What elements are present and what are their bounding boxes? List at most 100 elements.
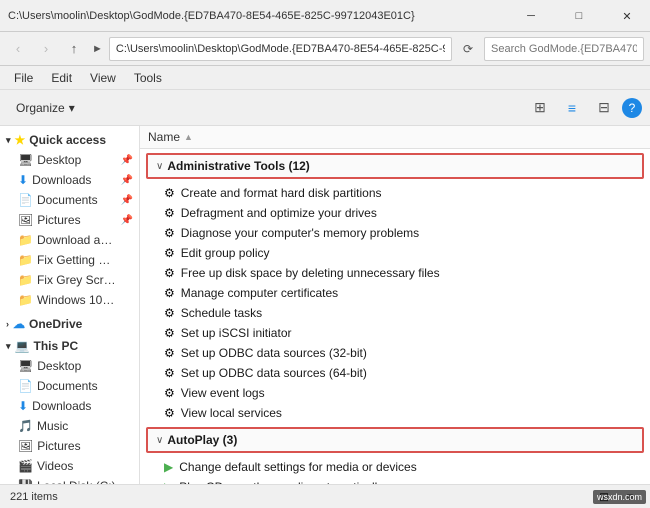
autoplay-icon: ▶	[164, 480, 173, 484]
file-entry-create-format[interactable]: ⚙ Create and format hard disk partitions	[140, 183, 650, 203]
file-entry-name: Change default settings for media or dev…	[179, 460, 642, 474]
file-entry-manage-certs[interactable]: ⚙ Manage computer certificates	[140, 283, 650, 303]
star-icon: ★	[15, 133, 26, 147]
sidebar-item-pictures-qa[interactable]: 🖼 Pictures 📌	[0, 210, 139, 230]
watermark: wsxdn.com	[593, 490, 646, 504]
toolbar: Organize ▾ ⊞ ≡ ⊟ ?	[0, 90, 650, 126]
desktop-icon: 🖥	[18, 359, 33, 373]
tool-icon: ⚙	[164, 226, 175, 240]
chevron-down-icon: ▾	[6, 341, 11, 352]
sidebar-section-quick-access[interactable]: ▾ ★ Quick access	[0, 130, 139, 150]
sidebar-item-label: Downloads	[32, 399, 91, 413]
sidebar-item-downloads-qa[interactable]: ⬇ Downloads 📌	[0, 170, 139, 190]
forward-button[interactable]: ›	[34, 37, 58, 61]
thispc-label: This PC	[33, 339, 78, 353]
file-entry-diagnose[interactable]: ⚙ Diagnose your computer's memory proble…	[140, 223, 650, 243]
view-details-button[interactable]: ⊟	[590, 94, 618, 122]
file-entry-local-services[interactable]: ⚙ View local services	[140, 403, 650, 423]
chevron-down-icon: ∨	[156, 435, 163, 446]
file-entry-odbc64[interactable]: ⚙ Set up ODBC data sources (64-bit)	[140, 363, 650, 383]
file-entry-name: Edit group policy	[181, 246, 642, 260]
maximize-button[interactable]: □	[556, 0, 602, 32]
sidebar-item-desktop-qa[interactable]: 🖥 Desktop 📌	[0, 150, 139, 170]
sidebar-item-downloads-pc[interactable]: ⬇ Downloads	[0, 396, 139, 416]
sidebar-item-label: Windows 10 God...	[37, 293, 117, 307]
sidebar-item-windows10[interactable]: 📁 Windows 10 God...	[0, 290, 139, 310]
menu-file[interactable]: File	[6, 69, 41, 87]
disk-icon: 💾	[18, 479, 33, 484]
status-bar: 221 items ⊞ ≡	[0, 484, 650, 508]
tool-icon: ⚙	[164, 246, 175, 260]
menu-edit[interactable]: Edit	[43, 69, 80, 87]
file-list: Name ▲ ∨ Administrative Tools (12) ⚙ Cre…	[140, 126, 650, 484]
category-title-admin: Administrative Tools (12)	[167, 159, 634, 173]
file-entry-name: Play CDs or other media automatically	[179, 480, 642, 484]
address-input[interactable]	[109, 37, 452, 61]
file-entry-group-policy[interactable]: ⚙ Edit group policy	[140, 243, 650, 263]
sidebar-item-pictures-pc[interactable]: 🖼 Pictures	[0, 436, 139, 456]
back-button[interactable]: ‹	[6, 37, 30, 61]
file-entry-defragment[interactable]: ⚙ Defragment and optimize your drives	[140, 203, 650, 223]
file-entry-change-default[interactable]: ▶ Change default settings for media or d…	[140, 457, 650, 477]
sidebar-section-thispc[interactable]: ▾ 💻 This PC	[0, 336, 139, 356]
sidebar-item-documents-pc[interactable]: 📄 Documents	[0, 376, 139, 396]
sidebar-section-onedrive[interactable]: › ☁ OneDrive	[0, 314, 139, 334]
sidebar-item-label: Music	[37, 419, 68, 433]
folder-icon: 📁	[18, 253, 33, 267]
sidebar-item-localdisk[interactable]: 💾 Local Disk (C:) ›	[0, 476, 139, 484]
file-entry-name: Schedule tasks	[181, 306, 642, 320]
file-entry-iscsi[interactable]: ⚙ Set up iSCSI initiator	[140, 323, 650, 343]
file-entry-event-logs[interactable]: ⚙ View event logs	[140, 383, 650, 403]
sidebar-item-documents-qa[interactable]: 📄 Documents 📌	[0, 190, 139, 210]
up-button[interactable]: ↑	[62, 37, 86, 61]
sidebar-item-videos-pc[interactable]: 🎬 Videos	[0, 456, 139, 476]
autoplay-icon: ▶	[164, 460, 173, 474]
file-entry-odbc32[interactable]: ⚙ Set up ODBC data sources (32-bit)	[140, 343, 650, 363]
close-button[interactable]: ✕	[604, 0, 650, 32]
file-entry-name: Defragment and optimize your drives	[181, 206, 642, 220]
sidebar-item-music-pc[interactable]: 🎵 Music	[0, 416, 139, 436]
file-entry-name: Set up iSCSI initiator	[181, 326, 642, 340]
chevron-down-icon: ∨	[156, 161, 163, 172]
address-arrow: ►	[90, 43, 105, 55]
category-title-autoplay: AutoPlay (3)	[167, 433, 634, 447]
category-header-autoplay[interactable]: ∨ AutoPlay (3)	[146, 427, 644, 453]
download-icon: ⬇	[18, 173, 28, 187]
menu-tools[interactable]: Tools	[126, 69, 170, 87]
organize-label: Organize	[16, 101, 65, 115]
pin-icon: 📌	[121, 175, 133, 186]
tool-icon: ⚙	[164, 266, 175, 280]
name-column-header[interactable]: Name	[148, 130, 180, 144]
sidebar-item-download-in[interactable]: 📁 Download and In...	[0, 230, 139, 250]
view-list-button[interactable]: ≡	[558, 94, 586, 122]
title-bar: C:\Users\moolin\Desktop\GodMode.{ED7BA47…	[0, 0, 650, 32]
folder-icon: 📁	[18, 233, 33, 247]
download-icon: ⬇	[18, 399, 28, 413]
refresh-button[interactable]: ⟳	[456, 37, 480, 61]
file-entry-name: Set up ODBC data sources (64-bit)	[181, 366, 642, 380]
sort-arrow-icon: ▲	[184, 132, 193, 142]
file-entry-schedule[interactable]: ⚙ Schedule tasks	[140, 303, 650, 323]
file-entry-play-cds[interactable]: ▶ Play CDs or other media automatically	[140, 477, 650, 484]
chevron-down-icon: ▾	[6, 135, 11, 146]
quick-access-label: Quick access	[29, 133, 106, 147]
view-layout-button[interactable]: ⊞	[526, 94, 554, 122]
sidebar-item-fix-getting[interactable]: 📁 Fix Getting Wind...	[0, 250, 139, 270]
sidebar-item-label: Local Disk (C:)	[37, 479, 116, 484]
sidebar-item-desktop-pc[interactable]: 🖥 Desktop	[0, 356, 139, 376]
menu-view[interactable]: View	[82, 69, 124, 87]
file-entry-free-up[interactable]: ⚙ Free up disk space by deleting unneces…	[140, 263, 650, 283]
file-entry-name: View local services	[181, 406, 642, 420]
sidebar-item-label: Pictures	[37, 213, 80, 227]
minimize-button[interactable]: ─	[508, 0, 554, 32]
category-header-admin[interactable]: ∨ Administrative Tools (12)	[146, 153, 644, 179]
tool-icon: ⚙	[164, 326, 175, 340]
organize-button[interactable]: Organize ▾	[8, 97, 83, 119]
sidebar-item-fix-grey[interactable]: 📁 Fix Grey Screen o...	[0, 270, 139, 290]
search-input[interactable]	[484, 37, 644, 61]
folder-icon: 📁	[18, 273, 33, 287]
onedrive-label: OneDrive	[29, 317, 82, 331]
help-button[interactable]: ?	[622, 98, 642, 118]
sidebar-item-label: Fix Grey Screen o...	[37, 273, 117, 287]
item-count: 221 items	[10, 491, 58, 503]
